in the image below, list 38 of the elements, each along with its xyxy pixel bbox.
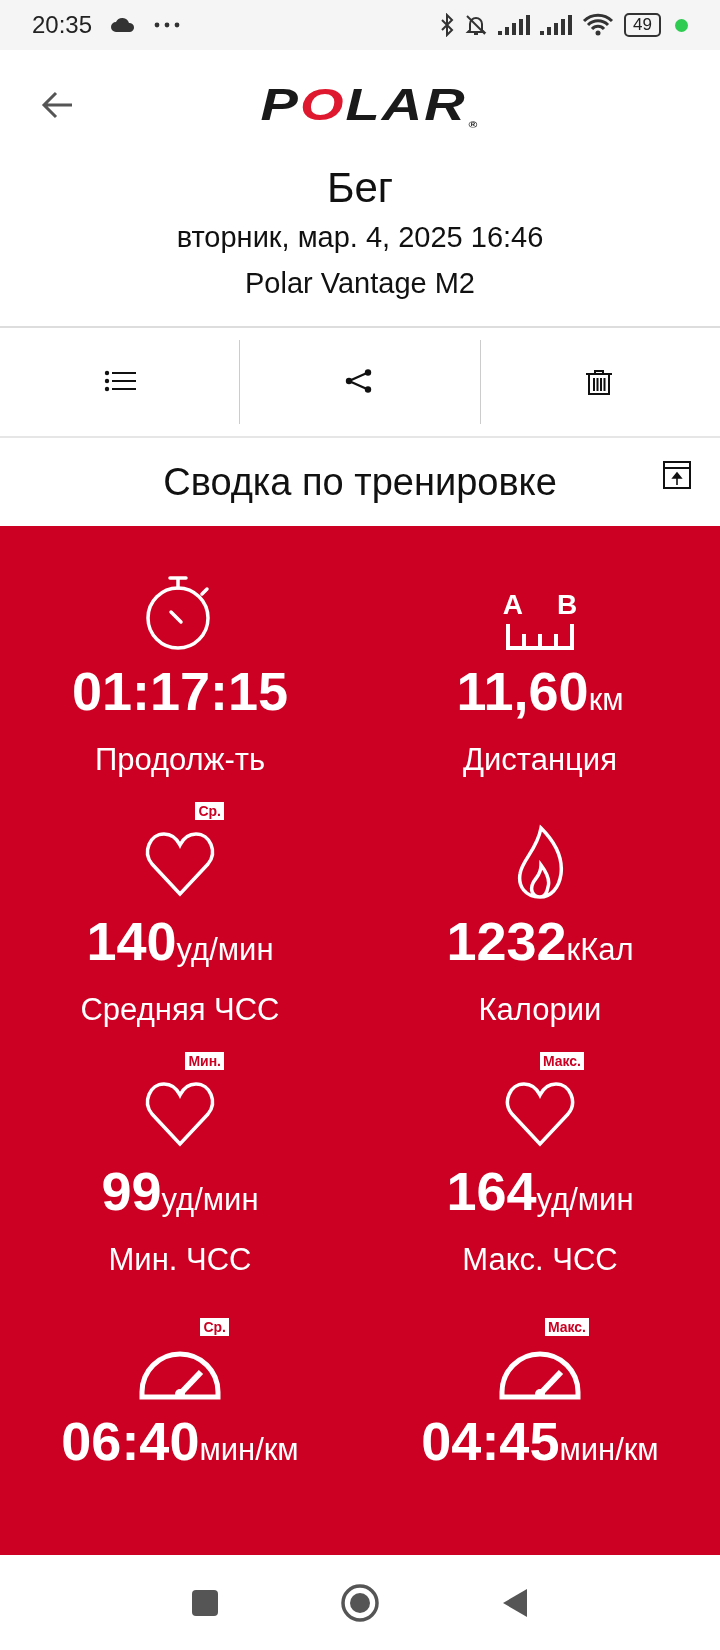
bell-off-icon [464,13,489,37]
signal-icon [498,15,531,35]
metric-label: Продолж-ть [94,741,266,779]
activity-title: Бег [326,163,394,213]
metric-value: 11,60км [456,660,624,723]
cloud-icon [110,17,137,33]
metric-value: 99уд/мин [101,1160,259,1223]
status-time: 20:35 [32,11,93,39]
metric-label: Мин. ЧСС [108,1241,252,1279]
more-icon [154,22,181,28]
home-icon[interactable] [340,1582,380,1623]
bluetooth-icon [440,13,455,37]
metric-value: 01:17:15 [71,660,289,723]
device-name: Polar Vantage M2 [245,266,475,301]
metric-label: Макс. ЧСС [462,1241,618,1279]
privacy-dot [675,18,688,32]
flame-icon [515,822,565,902]
wifi-icon [582,13,615,37]
metric-badge: Ср. [195,802,224,820]
metric-label: Дистанция [463,741,617,779]
metric-badge: Ср. [200,1318,229,1336]
back-icon[interactable] [40,90,74,120]
metric-badge: Мин. [185,1052,224,1070]
metric-badge: Макс. [539,1052,584,1070]
metric-value: 06:40мин/км [61,1410,299,1473]
battery-indicator: 49 [624,13,661,37]
recents-icon[interactable] [190,1587,220,1618]
signal-icon [540,15,573,35]
metric-badge: Макс. [544,1318,589,1336]
metric-label: Калории [478,991,602,1029]
metric-value: 1232кКал [446,910,634,973]
activity-date: вторник, мар. 4, 2025 16:46 [176,220,544,255]
section-title: Сводка по тренировке [163,460,557,504]
export-icon[interactable] [662,460,692,490]
metric-label: Средняя ЧСС [80,991,280,1029]
metric-value: 164уд/мин [446,1160,634,1223]
metric-value: 140уд/мин [86,910,274,973]
metric-value: 04:45мин/км [421,1410,659,1473]
